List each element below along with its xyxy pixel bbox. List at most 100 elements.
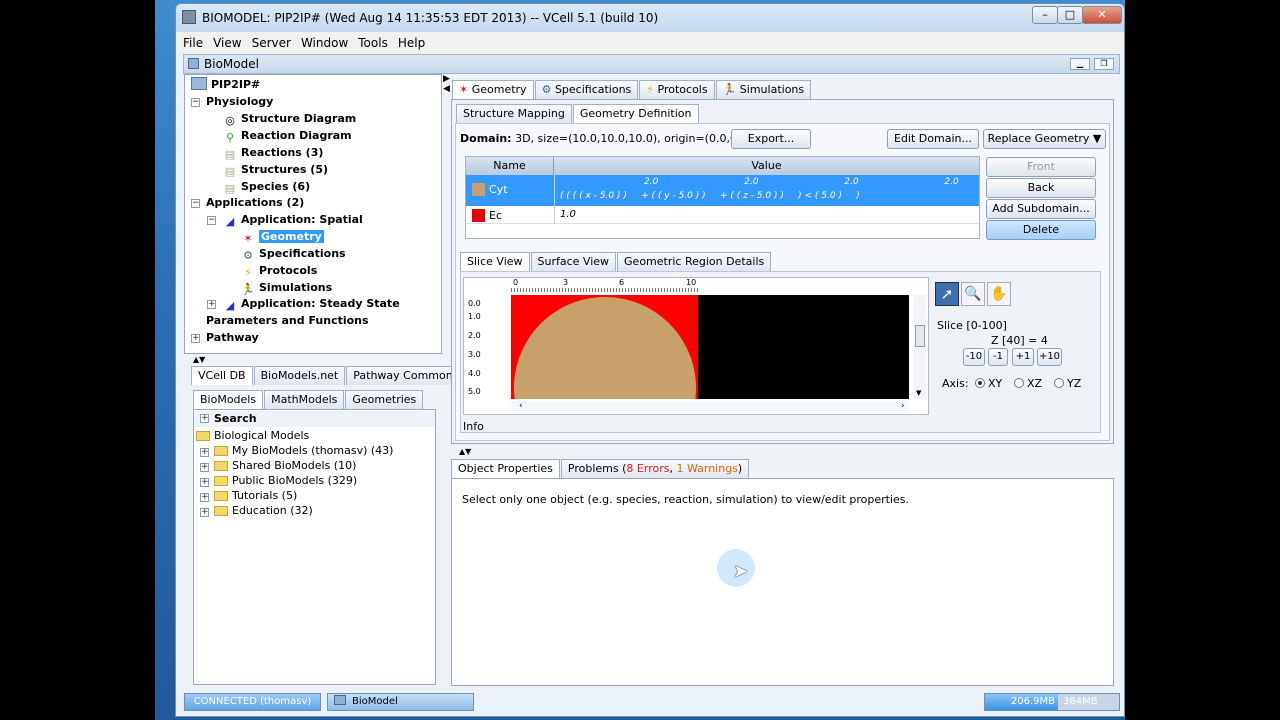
physiology-expander[interactable]: − <box>191 98 200 107</box>
tab-slice-view[interactable]: Slice View <box>460 252 530 271</box>
pan-tool-icon[interactable]: ✋ <box>987 282 1011 306</box>
table-row[interactable]: Cyt 2.0 2.0 2.0 2.0 ( ( ( ( x - 5.0 ) ) … <box>466 175 979 206</box>
step-plus10-button[interactable]: +10 <box>1037 348 1062 366</box>
tab-surface-view[interactable]: Surface View <box>530 252 617 271</box>
edit-domain-button[interactable]: Edit Domain... <box>887 129 979 149</box>
tree-structure-diagram[interactable]: ◎ Structure Diagram <box>223 111 356 127</box>
taskbar-biomodel[interactable]: BioModel <box>327 693 474 711</box>
folder-expander[interactable]: + <box>200 448 209 457</box>
tab-structure-mapping[interactable]: Structure Mapping <box>456 104 572 123</box>
tree-protocols[interactable]: ⚡ Protocols <box>241 263 317 279</box>
minimize-button[interactable]: – <box>1032 6 1058 24</box>
tree-app-steady[interactable]: ◢ Application: Steady State <box>223 296 400 312</box>
tab-mathmodels[interactable]: MathModels <box>264 390 345 409</box>
delete-button[interactable]: Delete <box>986 220 1096 240</box>
zoom-tool-icon[interactable]: 🔍 <box>961 282 985 306</box>
db-item[interactable]: Shared BioModels (10) <box>214 458 356 474</box>
scroll-down-icon[interactable]: ▼ <box>916 389 921 397</box>
tab-specifications[interactable]: ⚙ Specifications <box>534 80 639 99</box>
tab-pathway-commons[interactable]: Pathway Commons <box>346 366 466 385</box>
add-subdomain-button[interactable]: Add Subdomain... <box>986 199 1096 219</box>
tab-region-details[interactable]: Geometric Region Details <box>617 252 772 271</box>
pathway-expander[interactable]: + <box>191 334 200 343</box>
split-arrows[interactable]: ▲▼ <box>193 356 205 364</box>
step-plus1-button[interactable]: +1 <box>1012 348 1034 366</box>
maximize-button[interactable]: □ <box>1057 6 1083 24</box>
split-arrows[interactable]: ▲▼ <box>459 448 471 456</box>
db-tabs: VCell DB BioModels.net Pathway Commons <box>191 366 466 385</box>
menu-help[interactable]: Help <box>392 32 429 50</box>
axis-xz-radio[interactable]: XZ <box>1014 377 1042 390</box>
search-bar[interactable]: + Search <box>194 411 435 427</box>
axis-yz-radio[interactable]: YZ <box>1054 377 1081 390</box>
tree-geometry[interactable]: ✶ Geometry <box>241 229 324 245</box>
tree-root[interactable]: PIP2IP# <box>191 77 260 93</box>
menu-view[interactable]: View <box>207 32 245 50</box>
tab-geometry[interactable]: ✶ Geometry <box>452 80 534 99</box>
db-tree-panel: + Search Biological Models + My BioModel… <box>193 409 436 685</box>
col-header-name[interactable]: Name <box>466 157 554 175</box>
menu-window[interactable]: Window <box>295 32 352 50</box>
menu-tools[interactable]: Tools <box>352 32 392 50</box>
scroll-right-icon[interactable]: › <box>901 401 905 411</box>
db-item[interactable]: My BioModels (thomasv) (43) <box>214 443 393 459</box>
tab-problems[interactable]: Problems (8 Errors, 1 Warnings) <box>560 459 750 478</box>
db-item[interactable]: Education (32) <box>214 503 313 519</box>
export-button[interactable]: Export... <box>731 129 811 149</box>
menu-file[interactable]: File <box>177 32 207 50</box>
db-root[interactable]: Biological Models <box>196 428 309 444</box>
collapse-arrows[interactable]: ▶ ◀ <box>443 74 450 94</box>
col-header-value[interactable]: Value <box>554 157 979 175</box>
frame-restore-button[interactable]: ❐ <box>1094 58 1114 70</box>
domain-info: Domain: 3D, size=(10.0,10.0,10.0), origi… <box>460 132 773 145</box>
tree-app-spatial[interactable]: ◢ Application: Spatial <box>223 212 363 228</box>
tab-biomodels[interactable]: BioModels <box>193 390 264 409</box>
step-minus10-button[interactable]: -10 <box>963 348 985 366</box>
db-item[interactable]: Tutorials (5) <box>214 488 297 504</box>
scroll-thumb[interactable] <box>915 325 925 347</box>
tab-protocols[interactable]: ⚡ Protocols <box>639 80 715 99</box>
table-row[interactable]: Ec 1.0 <box>466 206 979 224</box>
tree-simulations[interactable]: 🏃 Simulations <box>241 280 332 296</box>
tree-species[interactable]: ▤ Species (6) <box>223 179 310 195</box>
horizontal-scrollbar[interactable]: ‹ › <box>511 401 909 413</box>
app-steady-expander[interactable]: + <box>207 300 216 309</box>
scroll-left-icon[interactable]: ‹ <box>519 401 523 411</box>
tab-vcell-db[interactable]: VCell DB <box>191 366 253 385</box>
info-label: Info <box>463 420 484 433</box>
vertical-scrollbar[interactable]: ▼ <box>914 295 926 399</box>
tree-specifications[interactable]: ⚙ Specifications <box>241 246 346 262</box>
tree-physiology[interactable]: Physiology <box>206 94 273 110</box>
table-icon: ▤ <box>224 182 236 195</box>
tree-applications[interactable]: Applications (2) <box>206 195 304 211</box>
folder-expander[interactable]: + <box>200 508 209 517</box>
title-bar[interactable]: BIOMODEL: PIP2IP# (Wed Aug 14 11:35:53 E… <box>176 4 1124 32</box>
tab-geometry-definition[interactable]: Geometry Definition <box>572 104 699 123</box>
step-minus1-button[interactable]: -1 <box>988 348 1008 366</box>
frame-minimize-button[interactable]: ▁ <box>1070 58 1090 70</box>
pointer-tool-icon[interactable]: ➚ <box>935 282 959 306</box>
folder-expander[interactable]: + <box>200 493 209 502</box>
replace-geometry-button[interactable]: Replace Geometry ▼ <box>983 129 1106 149</box>
back-button[interactable]: Back <box>986 178 1096 198</box>
axis-xy-radio[interactable]: XY <box>975 377 1002 390</box>
folder-expander[interactable]: + <box>200 478 209 487</box>
search-expander[interactable]: + <box>200 414 209 423</box>
tree-pathway[interactable]: Pathway <box>206 330 259 346</box>
tree-reaction-diagram[interactable]: ⚲ Reaction Diagram <box>223 128 352 144</box>
tree-structures[interactable]: ▤ Structures (5) <box>223 162 328 178</box>
close-button[interactable]: ✕ <box>1082 6 1122 24</box>
tab-geometries[interactable]: Geometries <box>345 390 424 409</box>
applications-expander[interactable]: − <box>191 199 200 208</box>
tab-simulations[interactable]: 🏃 Simulations <box>715 80 812 99</box>
db-item[interactable]: Public BioModels (329) <box>214 473 357 489</box>
front-button[interactable]: Front <box>986 157 1096 177</box>
folder-expander[interactable]: + <box>200 463 209 472</box>
tree-params[interactable]: Parameters and Functions <box>206 313 369 329</box>
menu-server[interactable]: Server <box>246 32 295 50</box>
app-spatial-expander[interactable]: − <box>207 216 216 225</box>
tab-object-properties[interactable]: Object Properties <box>451 459 560 478</box>
slice-canvas-area[interactable]: 0 3 6 10 0.0 1.0 2.0 3.0 4.0 5.0 ▼ ‹ › <box>463 277 929 415</box>
tab-biomodels-net[interactable]: BioModels.net <box>253 366 346 385</box>
tree-reactions[interactable]: ▤ Reactions (3) <box>223 145 324 161</box>
